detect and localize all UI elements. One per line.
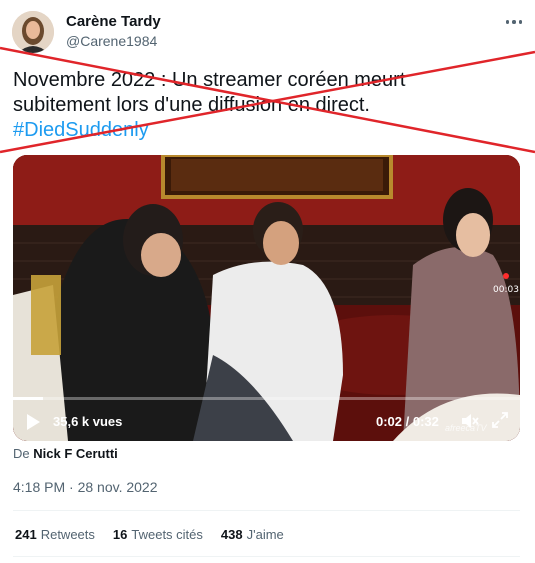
video-progress-fill — [13, 397, 44, 400]
author-handle[interactable]: @Carene1984 — [66, 33, 157, 49]
source-name-link[interactable]: Nick F Cerutti — [33, 446, 118, 461]
hashtag-link[interactable]: #DiedSuddenly — [13, 118, 518, 143]
video-source: De Nick F Cerutti — [13, 446, 118, 461]
video-watermark: afreecaTV — [445, 423, 487, 433]
video-progress-bar[interactable] — [13, 397, 520, 400]
video-player[interactable]: 00:03 35,6 k vues 0:02 / 0:32 afreecaTV — [13, 155, 520, 441]
likes-label: J'aime — [246, 527, 284, 542]
divider — [13, 510, 520, 511]
retweets-stat[interactable]: 241 Retweets — [15, 527, 95, 542]
tweet-text: Novembre 2022 : Un streamer coréen meurt… — [13, 68, 518, 143]
author-name[interactable]: Carène Tardy — [66, 13, 161, 30]
tweet-timestamp[interactable]: 4:18 PM · 28 nov. 2022 — [13, 479, 158, 495]
source-prefix: De — [13, 446, 30, 461]
fullscreen-icon[interactable] — [491, 411, 509, 429]
stream-timer: 00:03 — [493, 285, 519, 295]
quotes-stat[interactable]: 16 Tweets cités — [113, 527, 203, 542]
retweets-count: 241 — [15, 527, 37, 542]
more-icon[interactable] — [500, 12, 528, 32]
tweet-stats: 241 Retweets 16 Tweets cités 438 J'aime — [15, 527, 284, 542]
live-indicator — [503, 273, 509, 279]
play-icon[interactable] — [25, 413, 41, 431]
retweets-label: Retweets — [40, 527, 95, 542]
quotes-label: Tweets cités — [131, 527, 203, 542]
divider — [13, 556, 520, 557]
quotes-count: 16 — [112, 527, 128, 542]
view-count: 35,6 k vues — [53, 414, 123, 429]
likes-stat[interactable]: 438 J'aime — [221, 527, 284, 542]
tweet-card[interactable]: Carène Tardy @Carene1984 Novembre 2022 :… — [0, 0, 535, 563]
likes-count: 438 — [220, 527, 243, 542]
avatar[interactable] — [12, 11, 54, 53]
video-time: 0:02 / 0:32 — [376, 414, 439, 429]
tweet-text-line: subitement lors d'une diffusion en direc… — [13, 94, 370, 116]
tweet-text-line: Novembre 2022 : Un streamer coréen meurt — [13, 69, 406, 91]
